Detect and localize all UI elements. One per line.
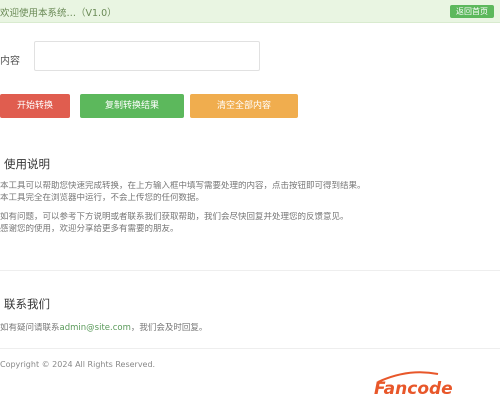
input-label: 内容 [0, 56, 20, 67]
divider [0, 270, 500, 271]
contact-line: 如有疑问请联系admin@site.com，我们会及时回复。 [0, 323, 496, 334]
instruction-line: 如有问题，可以参考下方说明或者联系我们获取帮助，我们会尽快回复并处理您的反馈意见… [0, 212, 349, 222]
section-title-instructions: 使用说明 [4, 157, 50, 171]
section-title-contact: 联系我们 [4, 297, 50, 311]
convert-button[interactable]: 开始转换 [0, 94, 70, 118]
instruction-line: 本工具完全在浏览器中运行，不会上传您的任何数据。 [0, 193, 205, 203]
content-input[interactable] [34, 41, 260, 71]
copy-result-button[interactable]: 复制转换结果 [80, 94, 184, 118]
footer-copyright: Copyright © 2024 All Rights Reserved. [0, 360, 156, 369]
page-title: 欢迎使用本系统…（V1.0） [0, 8, 117, 19]
contact-link[interactable]: admin@site.com [60, 323, 131, 333]
home-badge-button[interactable]: 返回首页 [450, 5, 494, 18]
contact-prefix: 如有疑问请联系 [0, 323, 60, 333]
instruction-line: 感谢您的使用，欢迎分享给更多有需要的朋友。 [0, 224, 179, 234]
clear-button[interactable]: 清空全部内容 [190, 94, 298, 118]
contact-suffix: ，我们会及时回复。 [130, 323, 208, 333]
instruction-line: 本工具可以帮助您快速完成转换，在上方输入框中填写需要处理的内容，点击按钮即可得到… [0, 181, 366, 191]
top-banner: 欢迎使用本系统…（V1.0） 返回首页 [0, 0, 500, 23]
divider [0, 348, 500, 349]
site-logo: Fancode [374, 371, 453, 398]
logo-text: Fancode [374, 379, 453, 398]
